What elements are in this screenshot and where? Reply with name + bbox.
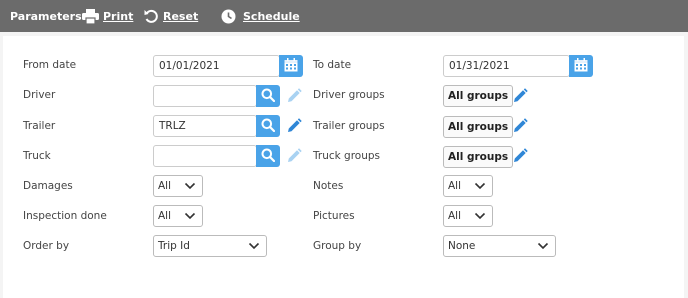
parameters-panel: From date 01/01/2021 To date 01/31/2021 (3, 36, 684, 298)
search-icon (261, 148, 276, 165)
to-date-label: To date (313, 59, 352, 71)
order-by-select[interactable]: Trip Id (153, 235, 267, 257)
search-icon (261, 118, 276, 135)
order-by-value: Trip Id (158, 240, 190, 252)
trailer-search-button[interactable] (256, 115, 280, 137)
notes-value: All (448, 180, 462, 192)
driver-groups-edit-pencil-icon[interactable] (511, 87, 529, 105)
to-date-calendar-button[interactable] (569, 55, 593, 77)
undo-icon (144, 9, 159, 24)
reset-button[interactable]: Reset (144, 0, 198, 32)
driver-edit-pencil-icon (285, 87, 303, 105)
inspection-done-value: All (158, 210, 172, 222)
pictures-select[interactable]: All (443, 205, 493, 227)
trailer-edit-pencil-icon[interactable] (285, 117, 303, 135)
trailer-groups-label: Trailer groups (313, 120, 385, 132)
clock-icon (221, 9, 236, 24)
damages-value: All (158, 180, 172, 192)
truck-search-button[interactable] (256, 145, 280, 167)
damages-select[interactable]: All (153, 175, 203, 197)
driver-search-button[interactable] (256, 85, 280, 107)
calendar-icon (574, 57, 588, 75)
pictures-value: All (448, 210, 462, 222)
group-by-select[interactable]: None (443, 235, 556, 257)
truck-label: Truck (23, 150, 51, 162)
from-date-label: From date (23, 59, 77, 71)
notes-label: Notes (313, 180, 344, 192)
calendar-icon (284, 57, 298, 75)
chevron-down-icon (184, 181, 196, 194)
driver-groups-button[interactable]: All groups (443, 85, 514, 107)
group-by-label: Group by (313, 240, 362, 252)
trailer-label: Trailer (23, 120, 56, 132)
inspection-done-select[interactable]: All (153, 205, 203, 227)
truck-groups-button[interactable]: All groups (443, 146, 514, 168)
schedule-label: Schedule (243, 9, 300, 23)
from-date-value: 01/01/2021 (159, 60, 220, 72)
driver-groups-label: Driver groups (313, 89, 385, 101)
to-date-input[interactable]: 01/31/2021 (443, 55, 570, 77)
truck-groups-edit-pencil-icon[interactable] (511, 147, 529, 165)
search-icon (261, 88, 276, 105)
notes-select[interactable]: All (443, 175, 493, 197)
trailer-groups-edit-pencil-icon[interactable] (511, 117, 529, 135)
chevron-down-icon (184, 211, 196, 224)
print-label: Print (103, 9, 134, 23)
printer-icon (82, 8, 99, 24)
truck-groups-label: Truck groups (313, 150, 380, 162)
truck-input[interactable] (153, 145, 257, 167)
schedule-button[interactable]: Schedule (221, 0, 300, 32)
to-date-value: 01/31/2021 (449, 60, 510, 72)
print-button[interactable]: Print (82, 0, 133, 32)
driver-input[interactable] (153, 85, 257, 107)
pictures-label: Pictures (313, 210, 355, 222)
chevron-down-icon (537, 241, 549, 254)
trailer-groups-button[interactable]: All groups (443, 116, 514, 138)
group-by-value: None (448, 240, 476, 252)
trailer-input[interactable]: TRLZ (153, 115, 257, 137)
from-date-calendar-button[interactable] (279, 55, 303, 77)
chevron-down-icon (474, 211, 486, 224)
toolbar: Parameters Print Reset Schedule (0, 0, 688, 32)
chevron-down-icon (248, 241, 260, 254)
order-by-label: Order by (23, 240, 70, 252)
from-date-input[interactable]: 01/01/2021 (153, 55, 280, 77)
trailer-value: TRLZ (159, 120, 186, 132)
truck-edit-pencil-icon (285, 147, 303, 165)
damages-label: Damages (23, 180, 73, 192)
driver-label: Driver (23, 89, 56, 101)
inspection-done-label: Inspection done (23, 210, 107, 222)
chevron-down-icon (474, 181, 486, 194)
toolbar-title: Parameters (10, 9, 82, 23)
reset-label: Reset (163, 9, 199, 23)
